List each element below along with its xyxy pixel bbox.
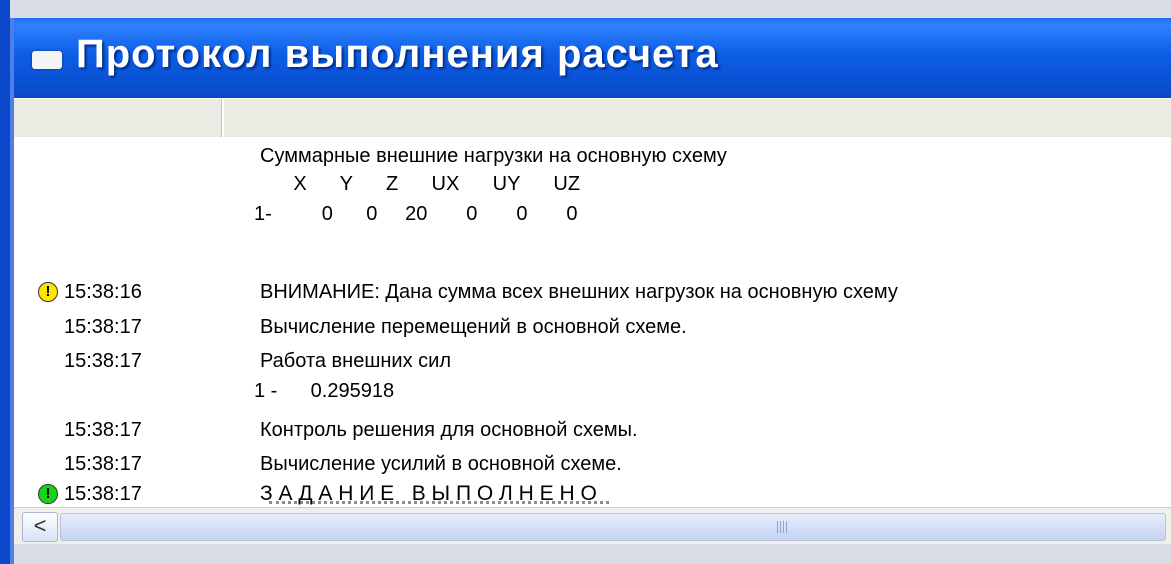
- column-header-message[interactable]: [224, 99, 1171, 137]
- success-icon: !: [38, 484, 58, 504]
- log-header: [14, 98, 1171, 138]
- warning-icon: !: [38, 282, 58, 302]
- window-title: Протокол выполнения расчета: [76, 32, 719, 76]
- column-header-time[interactable]: [14, 99, 224, 137]
- log-time: 15:38:17: [64, 350, 142, 372]
- log-message: Вычисление усилий в основной схеме.: [260, 453, 622, 475]
- log-detail: 1 - 0.295918: [254, 380, 395, 402]
- log-panel[interactable]: Суммарные внешние нагрузки на основную с…: [14, 137, 1171, 507]
- summary-heading: Суммарные внешние нагрузки на основную с…: [260, 145, 727, 167]
- window-icon: [32, 51, 62, 69]
- summary-columns: X Y Z UX UY UZ: [260, 173, 581, 195]
- summary-values: 1- 0 0 20 0 0 0: [254, 203, 578, 225]
- scroll-thumb[interactable]: [60, 513, 1166, 541]
- log-time: 15:38:17: [64, 483, 142, 505]
- log-message: Контроль решения для основной схемы.: [260, 419, 638, 441]
- log-time: 15:38:17: [64, 419, 142, 441]
- horizontal-scrollbar[interactable]: <: [14, 507, 1171, 544]
- scroll-grip: [777, 521, 789, 533]
- log-time: 15:38:16: [64, 281, 142, 303]
- scroll-left-button[interactable]: <: [22, 512, 58, 542]
- bottom-strip: [14, 544, 1171, 564]
- log-message: Работа внешних сил: [260, 350, 452, 372]
- window-titlebar[interactable]: Протокол выполнения расчета: [14, 18, 1171, 98]
- top-strip: [0, 0, 1171, 18]
- log-message: ВНИМАНИЕ: Дана сумма всех внешних нагруз…: [260, 281, 898, 303]
- log-message: Вычисление перемещений в основной схеме.: [260, 316, 687, 338]
- window-left-border: [0, 0, 10, 564]
- log-time: 15:38:17: [64, 453, 142, 475]
- log-time: 15:38:17: [64, 316, 142, 338]
